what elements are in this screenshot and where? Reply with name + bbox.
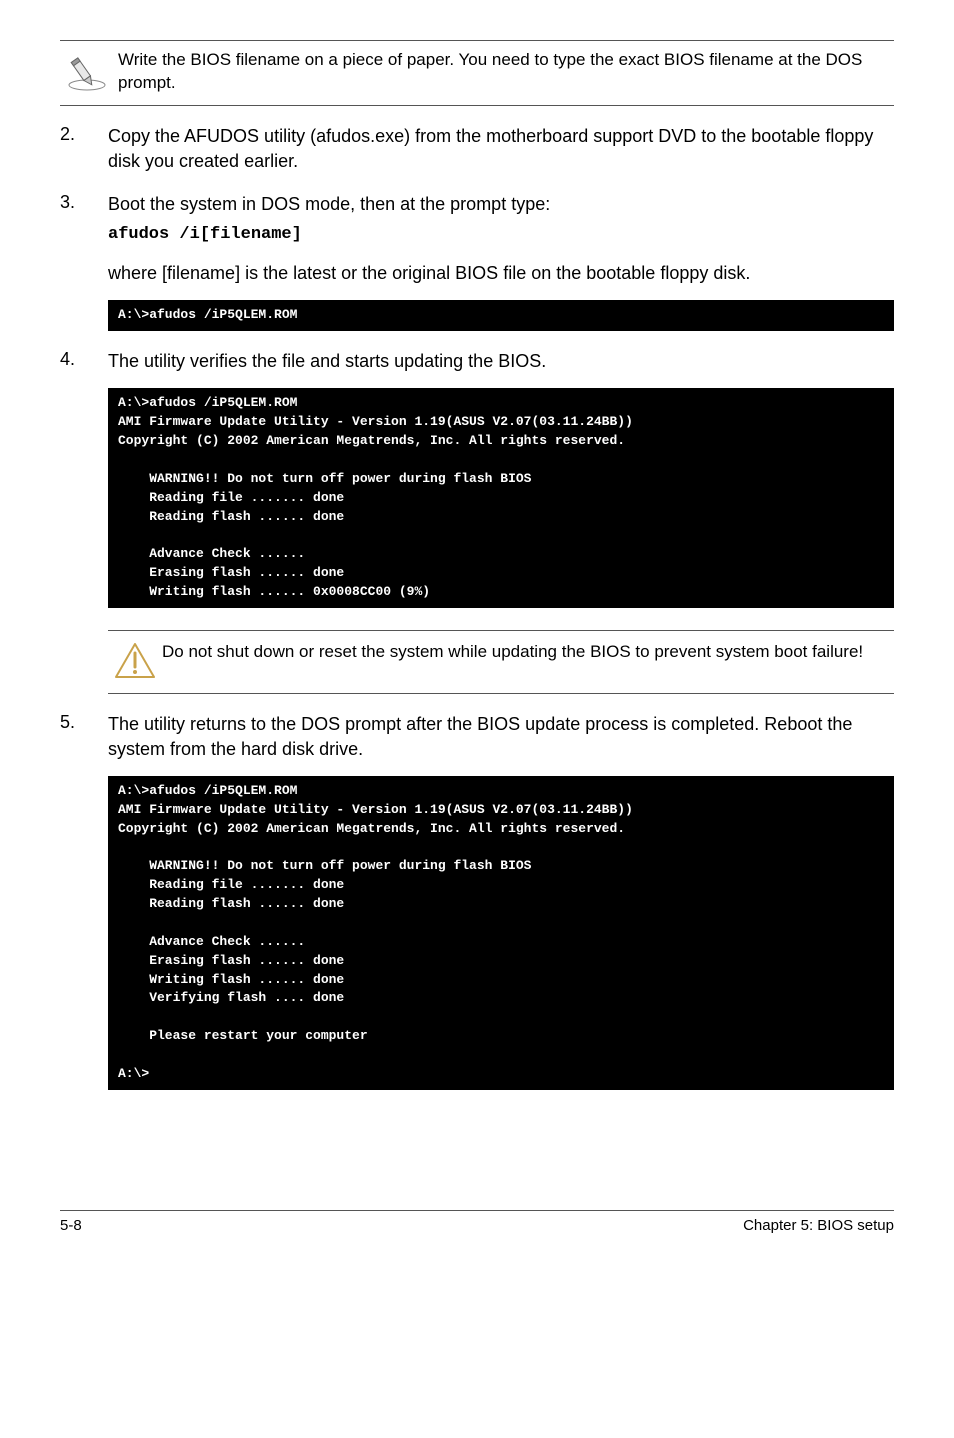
terminal-2: A:\>afudos /iP5QLEM.ROM AMI Firmware Upd… bbox=[108, 388, 894, 607]
footer-chapter: Chapter 5: BIOS setup bbox=[743, 1217, 894, 1234]
caution-icon bbox=[108, 641, 162, 681]
warning-text: Do not shut down or reset the system whi… bbox=[162, 641, 894, 664]
terminal-1: A:\>afudos /iP5QLEM.ROM bbox=[108, 300, 894, 331]
step-3: 3. Boot the system in DOS mode, then at … bbox=[60, 192, 894, 247]
step-5: 5. The utility returns to the DOS prompt… bbox=[60, 712, 894, 762]
page-footer: 5-8 Chapter 5: BIOS setup bbox=[60, 1210, 894, 1234]
step-4: 4. The utility verifies the file and sta… bbox=[60, 349, 894, 374]
terminal-3: A:\>afudos /iP5QLEM.ROM AMI Firmware Upd… bbox=[108, 776, 894, 1090]
step-4-number: 4. bbox=[60, 349, 108, 374]
step-2: 2. Copy the AFUDOS utility (afudos.exe) … bbox=[60, 124, 894, 174]
step-2-text: Copy the AFUDOS utility (afudos.exe) fro… bbox=[108, 124, 894, 174]
top-note-text: Write the BIOS filename on a piece of pa… bbox=[114, 49, 894, 95]
step-3-text: Boot the system in DOS mode, then at the… bbox=[108, 192, 894, 217]
pencil-icon bbox=[60, 49, 114, 91]
warning-note: Do not shut down or reset the system whi… bbox=[108, 630, 894, 694]
step-3-command: afudos /i[filename] bbox=[108, 223, 894, 247]
footer-page-number: 5-8 bbox=[60, 1217, 82, 1234]
step-5-text: The utility returns to the DOS prompt af… bbox=[108, 712, 894, 762]
step-2-number: 2. bbox=[60, 124, 108, 174]
step-3-number: 3. bbox=[60, 192, 108, 247]
step-5-number: 5. bbox=[60, 712, 108, 762]
step-4-text: The utility verifies the file and starts… bbox=[108, 349, 894, 374]
step-3-where: where [filename] is the latest or the or… bbox=[108, 261, 894, 286]
top-note: Write the BIOS filename on a piece of pa… bbox=[60, 40, 894, 106]
